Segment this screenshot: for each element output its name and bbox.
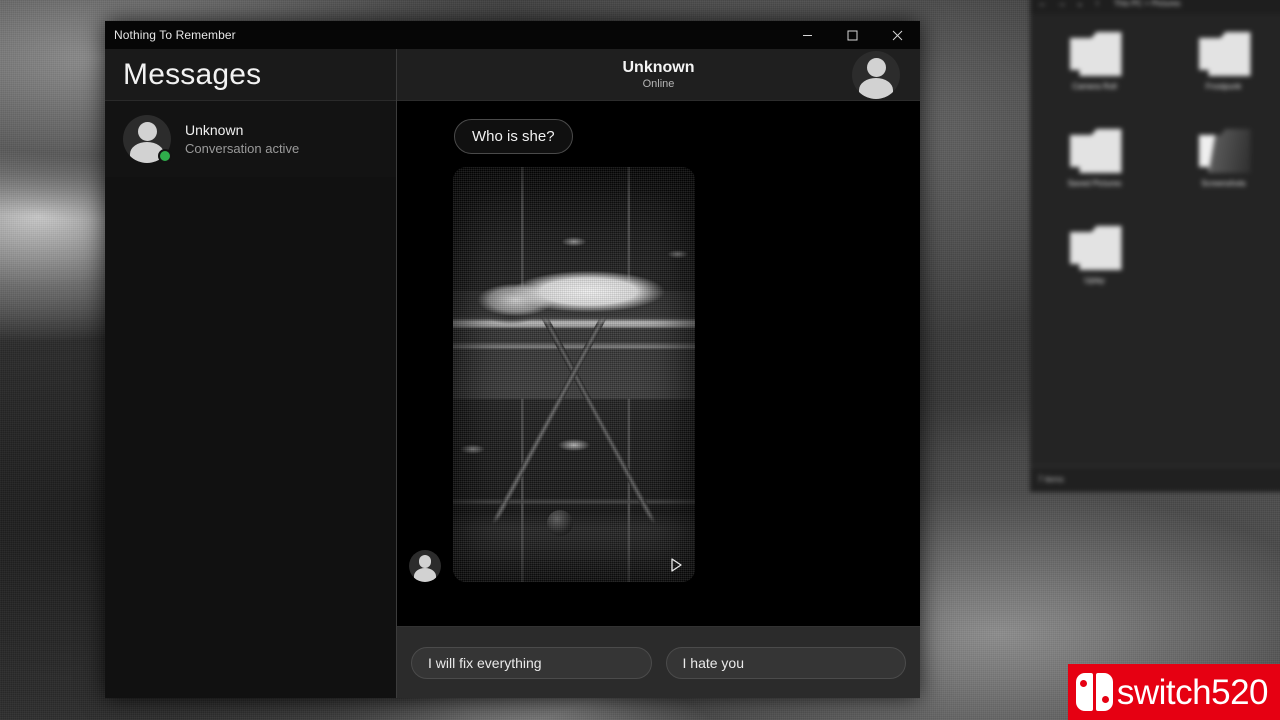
window-body: Messages Unknown Conversation active Unk… <box>105 49 920 698</box>
sidebar: Messages Unknown Conversation active <box>105 49 397 698</box>
nintendo-switch-logo-icon <box>1075 673 1113 711</box>
minimize-button[interactable] <box>785 21 830 49</box>
message-row-text: Who is she? <box>397 119 920 154</box>
window-titlebar[interactable]: Nothing To Remember <box>105 21 920 49</box>
avatar <box>123 115 172 163</box>
conversation-name: Unknown <box>185 122 244 138</box>
explorer-item-count: 7 items <box>1038 475 1064 484</box>
messages-app-window[interactable]: Nothing To Remember Messages Unknown Con… <box>105 21 920 698</box>
reply-options-bar: I will fix everything I hate you <box>397 626 920 698</box>
page-title: Messages <box>123 57 262 91</box>
chat-panel: Unknown Online Who is she? I will fix ev… <box>397 49 920 698</box>
close-icon <box>892 30 903 40</box>
chat-header: Unknown Online <box>397 49 920 101</box>
up-icon[interactable]: ↑ <box>1095 0 1104 8</box>
folder-label: Screenshots <box>1201 179 1246 188</box>
folder-icon <box>1066 224 1124 272</box>
folder-item[interactable]: Screenshots <box>1169 127 1279 224</box>
explorer-folder-grid: Camera Roll Frostpunk Saved Pictures Scr… <box>1030 14 1280 466</box>
forward-icon[interactable]: → <box>1057 0 1066 8</box>
explorer-status-bar: 7 items <box>1030 466 1280 492</box>
online-status-dot <box>158 149 172 163</box>
reply-option-button[interactable]: I hate you <box>665 646 906 679</box>
conversation-text: Unknown Conversation active <box>185 122 299 156</box>
sidebar-header: Messages <box>105 49 396 101</box>
conversation-subtitle: Conversation active <box>185 141 300 156</box>
folder-item[interactable]: Frostpunk <box>1169 30 1279 127</box>
chat-contact-status: Online <box>642 77 675 90</box>
maximize-icon <box>847 30 858 40</box>
message-bubble: Who is she? <box>454 119 573 154</box>
reply-option-button[interactable]: I will fix everything <box>411 646 652 679</box>
folder-item[interactable]: Camera Roll <box>1040 30 1150 127</box>
chat-header-avatar[interactable] <box>852 50 900 99</box>
maximize-button[interactable] <box>830 21 875 49</box>
minimize-icon <box>803 34 812 36</box>
conversation-item-unknown[interactable]: Unknown Conversation active <box>105 101 396 177</box>
close-button[interactable] <box>875 21 920 49</box>
folder-icon <box>1066 30 1124 78</box>
file-explorer-window[interactable]: ← → ⌄ ↑ This PC > Pictures Camera Roll F… <box>1030 0 1280 492</box>
watermark-text: switch520 <box>1116 672 1269 712</box>
back-icon[interactable]: ← <box>1038 0 1047 8</box>
folder-label: Uplay <box>1084 276 1105 285</box>
person-avatar-icon <box>409 550 441 582</box>
message-row-media <box>397 167 920 582</box>
gurney-frame-detail <box>453 167 695 582</box>
conversation-list: Unknown Conversation active <box>105 101 396 698</box>
window-title: Nothing To Remember <box>114 28 236 42</box>
folder-icon <box>1195 30 1253 78</box>
explorer-toolbar[interactable]: ← → ⌄ ↑ This PC > Pictures <box>1030 0 1280 14</box>
person-avatar-icon <box>852 50 900 99</box>
folder-label: Frostpunk <box>1205 82 1242 91</box>
folder-item[interactable]: Saved Pictures <box>1040 127 1150 224</box>
recent-icon[interactable]: ⌄ <box>1076 0 1085 8</box>
folder-open-icon <box>1195 127 1253 175</box>
folder-icon <box>1066 127 1124 175</box>
chat-contact-name: Unknown <box>622 59 695 77</box>
explorer-breadcrumb[interactable]: This PC > Pictures <box>1114 0 1180 8</box>
watermark: switch520 <box>1067 664 1280 720</box>
message-list: Who is she? <box>397 101 920 626</box>
folder-label: Saved Pictures <box>1067 179 1122 188</box>
chat-contact-info: Unknown Online <box>623 59 695 89</box>
folder-label: Camera Roll <box>1072 82 1117 91</box>
message-media-attachment[interactable] <box>453 167 695 582</box>
folder-item[interactable]: Uplay <box>1040 224 1150 321</box>
